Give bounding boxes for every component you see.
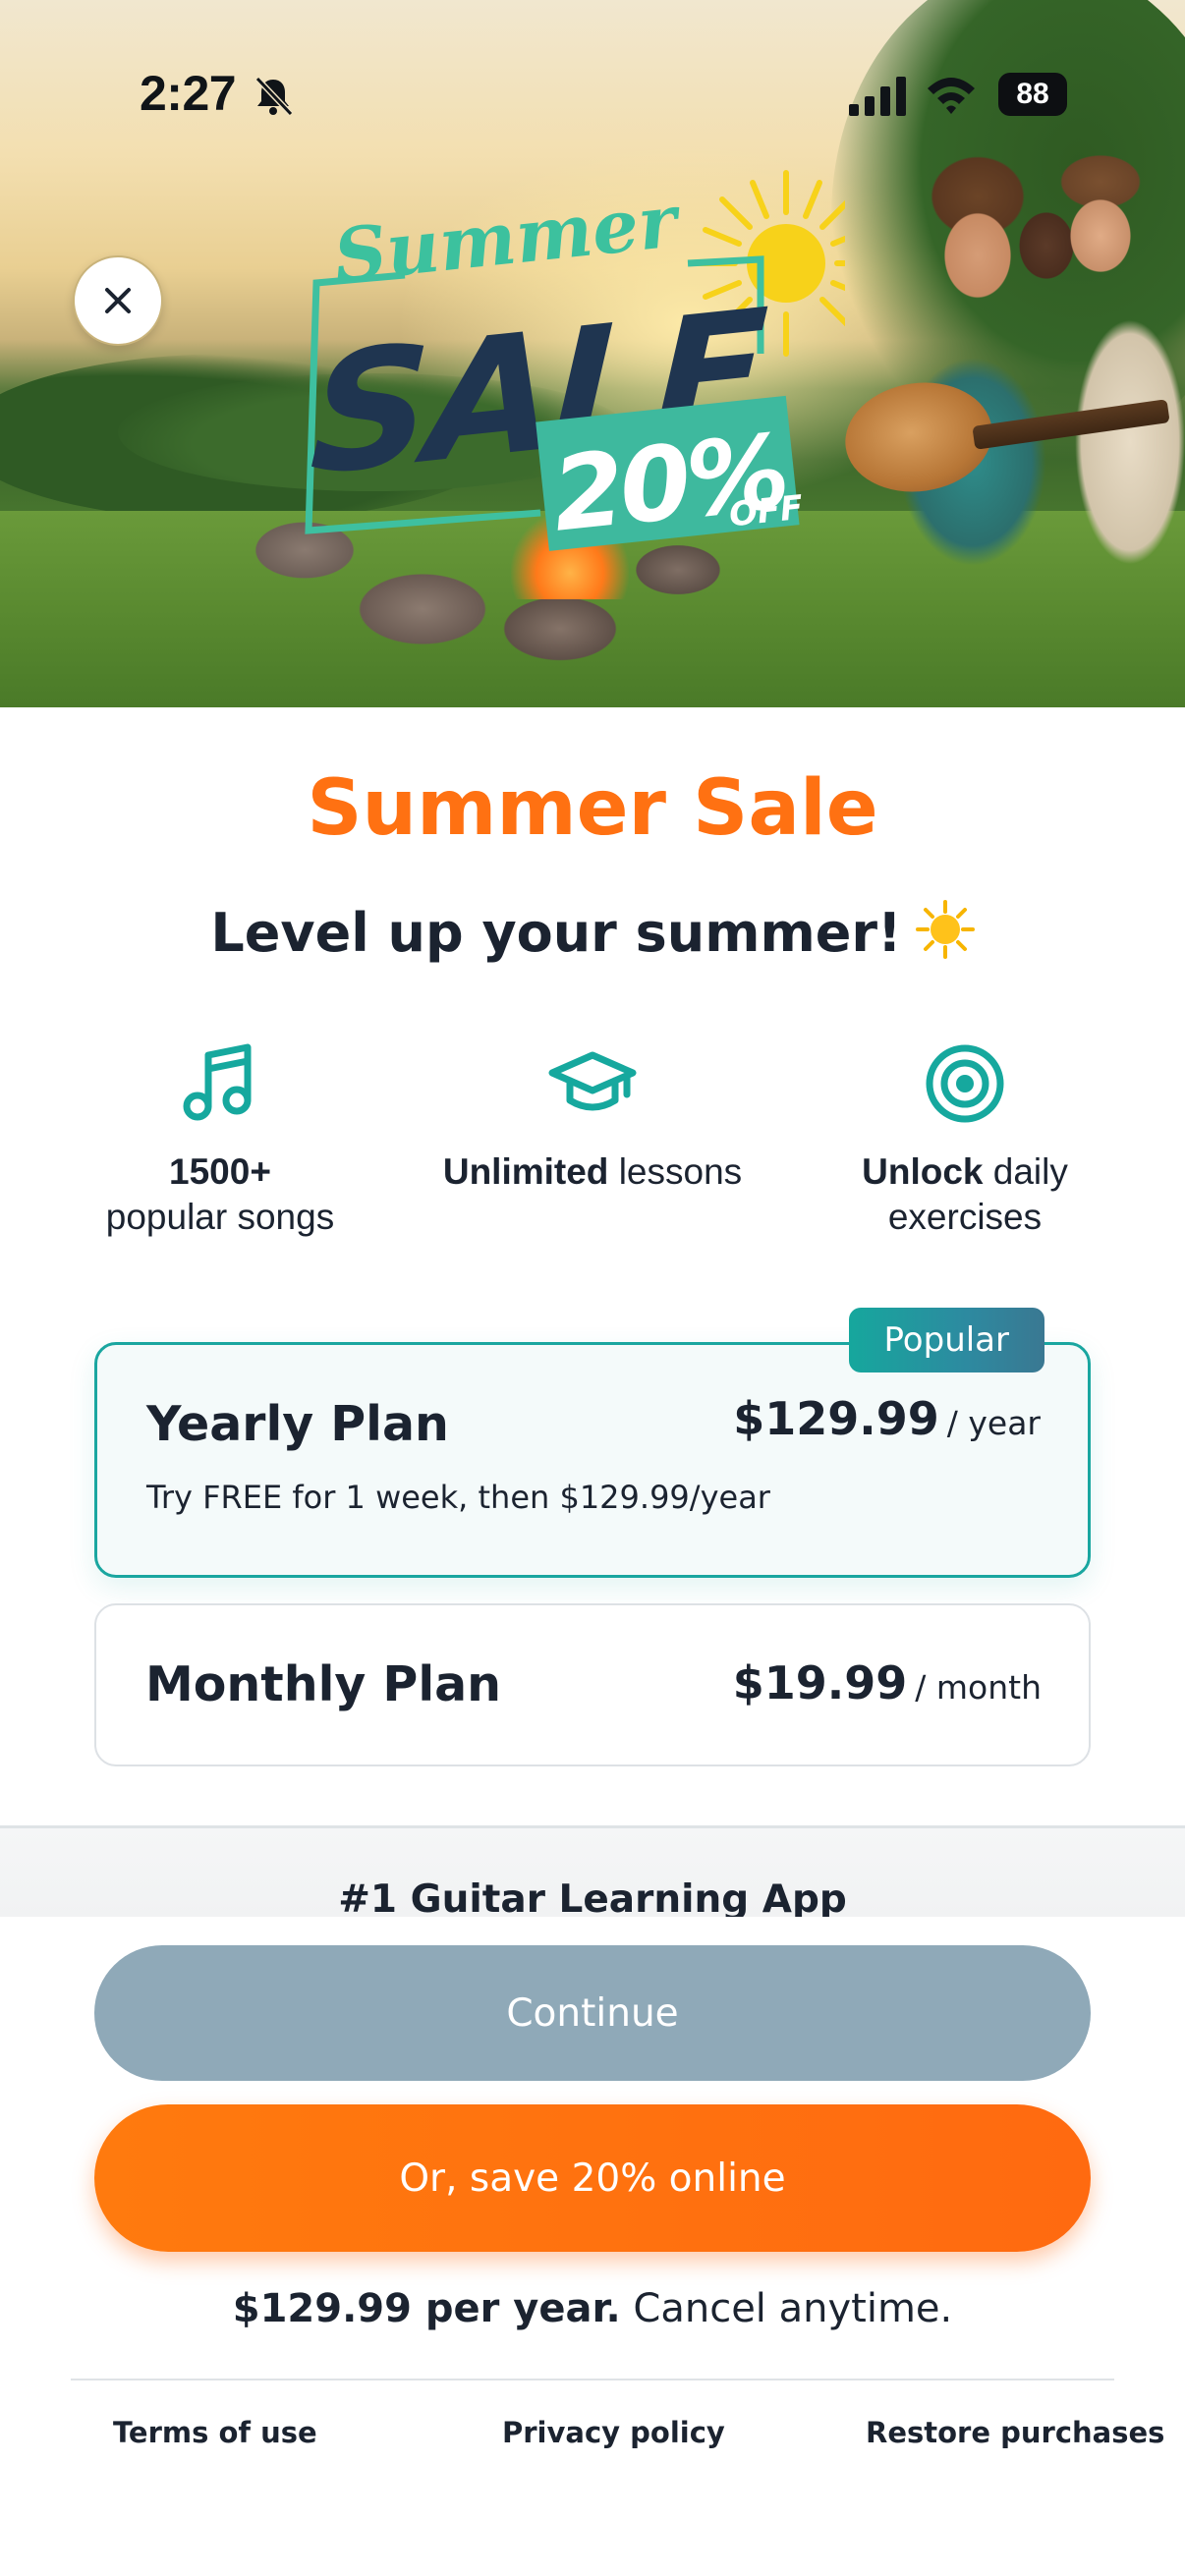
save-online-button[interactable]: Or, save 20% online bbox=[94, 2104, 1091, 2252]
sun-emoji-icon bbox=[915, 900, 975, 959]
status-bar: 2:27 88 bbox=[0, 0, 1185, 187]
feature-songs-rest: popular songs bbox=[105, 1197, 335, 1237]
popular-badge: Popular bbox=[848, 1308, 1044, 1372]
tagline-text: Level up your summer! bbox=[210, 902, 902, 964]
plan-price: $19.99/ month bbox=[733, 1656, 1042, 1709]
continue-button[interactable]: Continue bbox=[94, 1945, 1091, 2081]
summer-sale-badge: Summer SALE 20% OFF bbox=[305, 170, 845, 555]
plan-price-period: / year bbox=[946, 1404, 1041, 1442]
monthly-plan-card[interactable]: Monthly Plan $19.99/ month bbox=[94, 1603, 1091, 1766]
price-note: $129.99 per year. Cancel anytime. bbox=[0, 2286, 1185, 2331]
plan-price: $129.99/ year bbox=[733, 1392, 1041, 1445]
feature-songs: 1500+ popular songs bbox=[43, 1039, 397, 1240]
footer-divider bbox=[71, 2379, 1114, 2380]
feature-exercises: Unlock daily exercises bbox=[788, 1039, 1142, 1240]
terms-of-use-link[interactable]: Terms of use bbox=[113, 2416, 317, 2449]
price-note-strong: $129.99 per year. bbox=[232, 2286, 621, 2331]
plan-name: Monthly Plan bbox=[145, 1656, 502, 1712]
plan-description: Try FREE for 1 week, then $129.99/year bbox=[146, 1479, 770, 1516]
privacy-policy-link[interactable]: Privacy policy bbox=[502, 2416, 725, 2449]
ranking-text: #1 Guitar Learning App bbox=[338, 1877, 847, 1917]
ranking-band: #1 Guitar Learning App bbox=[0, 1828, 1185, 1917]
price-note-rest: Cancel anytime. bbox=[633, 2286, 953, 2331]
music-note-icon bbox=[183, 1043, 252, 1121]
close-icon bbox=[105, 288, 131, 313]
battery-icon: 88 bbox=[998, 73, 1067, 116]
wifi-icon bbox=[928, 78, 975, 114]
bottom-action-area: Continue Or, save 20% online $129.99 per… bbox=[0, 1917, 1185, 2576]
yearly-plan-card[interactable]: Popular Yearly Plan $129.99/ year Try FR… bbox=[94, 1308, 1091, 1578]
plan-name: Yearly Plan bbox=[146, 1396, 449, 1452]
feature-lessons-strong: Unlimited bbox=[442, 1151, 609, 1192]
badge-summer-text: Summer bbox=[330, 179, 686, 300]
cellular-signal-icon bbox=[849, 77, 906, 116]
restore-purchases-link[interactable]: Restore purchases bbox=[866, 2416, 1164, 2449]
close-button[interactable] bbox=[73, 255, 163, 346]
badge-off-text: OFF bbox=[727, 488, 805, 535]
plan-price-amount: $19.99 bbox=[732, 1656, 908, 1709]
feature-lessons-rest: lessons bbox=[618, 1151, 743, 1192]
feature-lessons: Unlimited lessons bbox=[416, 1039, 769, 1195]
plan-price-period: / month bbox=[915, 1668, 1042, 1707]
tagline: Level up your summer! bbox=[0, 900, 1185, 964]
graduation-cap-icon bbox=[548, 1051, 637, 1111]
feature-songs-strong: 1500+ bbox=[169, 1151, 271, 1192]
badge-percent-text: 20% bbox=[547, 412, 791, 555]
page-title: Summer Sale bbox=[307, 764, 878, 853]
target-icon bbox=[926, 1044, 1004, 1123]
status-time: 2:27 bbox=[140, 66, 237, 121]
plan-price-amount: $129.99 bbox=[733, 1392, 939, 1445]
feature-exercises-strong: Unlock bbox=[862, 1151, 984, 1192]
feature-list: 1500+ popular songs Unlimited lessons Un… bbox=[0, 1039, 1185, 1256]
bell-slash-icon bbox=[254, 76, 294, 117]
